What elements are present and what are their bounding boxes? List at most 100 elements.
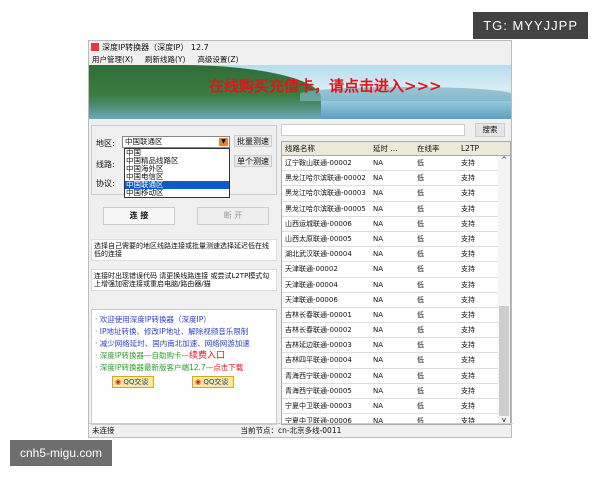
region-label: 地区: — [96, 139, 115, 148]
table-cell: NA — [373, 326, 384, 335]
table-row[interactable]: 天津联通-00006 NA 低 支持 — [282, 293, 510, 308]
title-bar: 深度IP转换器（深度IP） 12.7 — [89, 41, 511, 53]
table-cell: NA — [373, 371, 384, 380]
scrollbar[interactable]: ^ v — [498, 156, 510, 424]
table-cell: 宁夏中卫联通-00003 — [285, 402, 352, 410]
tip-1: 选择自己需要的地区线路连接或批量测速选择延迟低在线低的连接 — [91, 239, 277, 261]
single-test-button[interactable]: 单个测速 — [234, 155, 272, 167]
table-cell: 低 — [417, 295, 424, 304]
table-row[interactable]: 天津联通-00002 NA 低 支持 — [282, 262, 510, 278]
scroll-thumb[interactable] — [499, 306, 509, 416]
renew-link[interactable]: 续费入口 — [189, 351, 225, 361]
qq-chat-button-2[interactable]: ◉ QQ交谈 — [192, 376, 234, 388]
info-line: · 深度IP转换器—自助购卡— — [95, 351, 190, 360]
table-cell: NA — [373, 204, 384, 213]
table-row[interactable]: 吉林长春联通-00002 NA 低 支持 — [282, 323, 510, 339]
table-row[interactable]: 山西太原联通-00005 NA 低 支持 — [282, 232, 510, 248]
table-row[interactable]: 黑龙江哈尔滨联通-00002 NA 低 支持 — [282, 171, 510, 187]
table-cell: 天津联通-00006 — [285, 295, 338, 304]
table-row[interactable]: 湖北武汉联通-00004 NA 低 支持 — [282, 247, 510, 263]
table-cell: 低 — [417, 341, 424, 350]
table-cell: 低 — [417, 250, 424, 259]
table-cell: 低 — [417, 204, 424, 213]
table-cell: NA — [373, 174, 384, 183]
table-cell: 黑龙江哈尔滨联通-00003 — [285, 189, 366, 198]
disconnect-button[interactable]: 断 开 — [197, 207, 269, 225]
region-option[interactable]: 中国移动区 — [125, 189, 229, 197]
table-cell: 吉林长春联通-00001 — [285, 310, 352, 319]
table-cell: 黑龙江哈尔滨联通-00002 — [285, 174, 366, 183]
promo-text[interactable]: 在线购买充值卡，请点击进入>>> — [209, 75, 442, 96]
qq-chat-button-1[interactable]: ◉ QQ交谈 — [112, 376, 154, 388]
table-row[interactable]: 黑龙江哈尔滨联通-00005 NA 低 支持 — [282, 202, 510, 217]
table-cell: 低 — [417, 310, 424, 319]
promo-banner[interactable]: 在线购买充值卡，请点击进入>>> — [89, 65, 511, 119]
table-cell: 青海西宁联通-00002 — [285, 371, 352, 380]
search-button[interactable]: 搜索 — [475, 123, 505, 137]
table-cell: 支持 — [461, 204, 475, 213]
app-icon — [91, 43, 99, 51]
table-cell: 支持 — [461, 386, 475, 395]
menu-bar: 用户管理(X) 刷新线路(Y) 高级设置(Z) — [89, 53, 511, 65]
qq-icon: ◉ — [195, 378, 202, 386]
scroll-up-icon[interactable]: ^ — [498, 156, 510, 164]
table-cell: NA — [373, 280, 384, 289]
menu-refresh[interactable]: 刷新线路(Y) — [145, 54, 185, 65]
table-cell: NA — [373, 189, 384, 198]
table-cell: 辽宁鞍山联通-00002 — [285, 159, 352, 167]
table-cell: NA — [373, 356, 384, 365]
table-header: 线路名称 延时 ... 在线率 L2TP — [282, 142, 510, 156]
header-name[interactable]: 线路名称 — [282, 142, 370, 155]
menu-user[interactable]: 用户管理(X) — [92, 54, 133, 65]
table-cell: 低 — [417, 159, 424, 167]
table-cell: 低 — [417, 371, 424, 380]
table-cell: 支持 — [461, 159, 475, 167]
region-select[interactable]: 中国联通区 ▼ — [122, 136, 230, 148]
table-cell: 支持 — [461, 219, 475, 228]
status-bar: 未连接 当前节点：cn-北京多线-0011 — [89, 423, 513, 437]
header-l2tp[interactable]: L2TP — [458, 142, 498, 155]
table-cell: NA — [373, 250, 384, 259]
search-input[interactable] — [281, 124, 465, 136]
right-panel: 搜索 线路名称 延时 ... 在线率 L2TP 辽宁鞍山联通-00002 NA 低支… — [279, 119, 513, 425]
tip-2: 连接时出现错误代码 请更换线路连接 或尝试L2TP模式勾上增强加密连接或重启电脑… — [91, 269, 277, 291]
table-cell: NA — [373, 159, 384, 167]
table-row[interactable]: 吉林延边联通-00003 NA 低 支持 — [282, 338, 510, 354]
table-cell: 山西太原联通-00005 — [285, 234, 352, 243]
chevron-down-icon[interactable]: ▼ — [219, 138, 228, 146]
info-line: · 减少网络延时、国内南北加速、网络网游加速 — [95, 339, 250, 348]
table-row[interactable]: 黑龙江哈尔滨联通-00003 NA 低 支持 — [282, 186, 510, 202]
table-row[interactable]: 天津联通-00004 NA 低 支持 — [282, 278, 510, 293]
table-cell: 支持 — [461, 174, 475, 183]
header-online[interactable]: 在线率 — [414, 142, 458, 155]
table-cell: NA — [373, 265, 384, 274]
header-latency[interactable]: 延时 ... — [370, 142, 414, 155]
table-cell: 低 — [417, 265, 424, 274]
table-cell: NA — [373, 234, 384, 243]
table-cell: 支持 — [461, 402, 475, 410]
menu-settings[interactable]: 高级设置(Z) — [197, 54, 238, 65]
download-link[interactable]: 点击下载 — [213, 363, 243, 372]
current-node: 当前节点：cn-北京多线-0011 — [240, 426, 342, 435]
table-cell: 支持 — [461, 189, 475, 198]
table-row[interactable]: 吉林长春联通-00001 NA 低 支持 — [282, 308, 510, 324]
table-row[interactable]: 辽宁鞍山联通-00002 NA 低 支持 — [282, 156, 510, 172]
table-row[interactable]: 青海西宁联通-00005 NA 低 支持 — [282, 384, 510, 399]
table-cell: NA — [373, 310, 384, 319]
qq-label: QQ交谈 — [123, 378, 149, 386]
table-cell: 低 — [417, 386, 424, 395]
table-row[interactable]: 吉林四平联通-00004 NA 低 支持 — [282, 353, 510, 369]
batch-test-button[interactable]: 批量测速 — [234, 135, 272, 147]
table-cell: 支持 — [461, 326, 475, 335]
table-cell: 低 — [417, 234, 424, 243]
table-cell: NA — [373, 219, 384, 228]
watermark-bottom: cnh5-migu.com — [10, 440, 113, 466]
table-row[interactable]: 宁夏中卫联通-00003 NA 低 支持 — [282, 399, 510, 415]
qq-label: QQ交谈 — [203, 378, 229, 386]
table-cell: 低 — [417, 326, 424, 335]
table-row[interactable]: 青海西宁联通-00002 NA 低 支持 — [282, 369, 510, 384]
table-row[interactable]: 山西运城联通-00006 NA 低 支持 — [282, 217, 510, 232]
app-window: 深度IP转换器（深度IP） 12.7 用户管理(X) 刷新线路(Y) 高级设置(… — [88, 40, 513, 438]
connect-button[interactable]: 连 接 — [103, 207, 175, 225]
table-cell: 吉林延边联通-00003 — [285, 341, 352, 350]
